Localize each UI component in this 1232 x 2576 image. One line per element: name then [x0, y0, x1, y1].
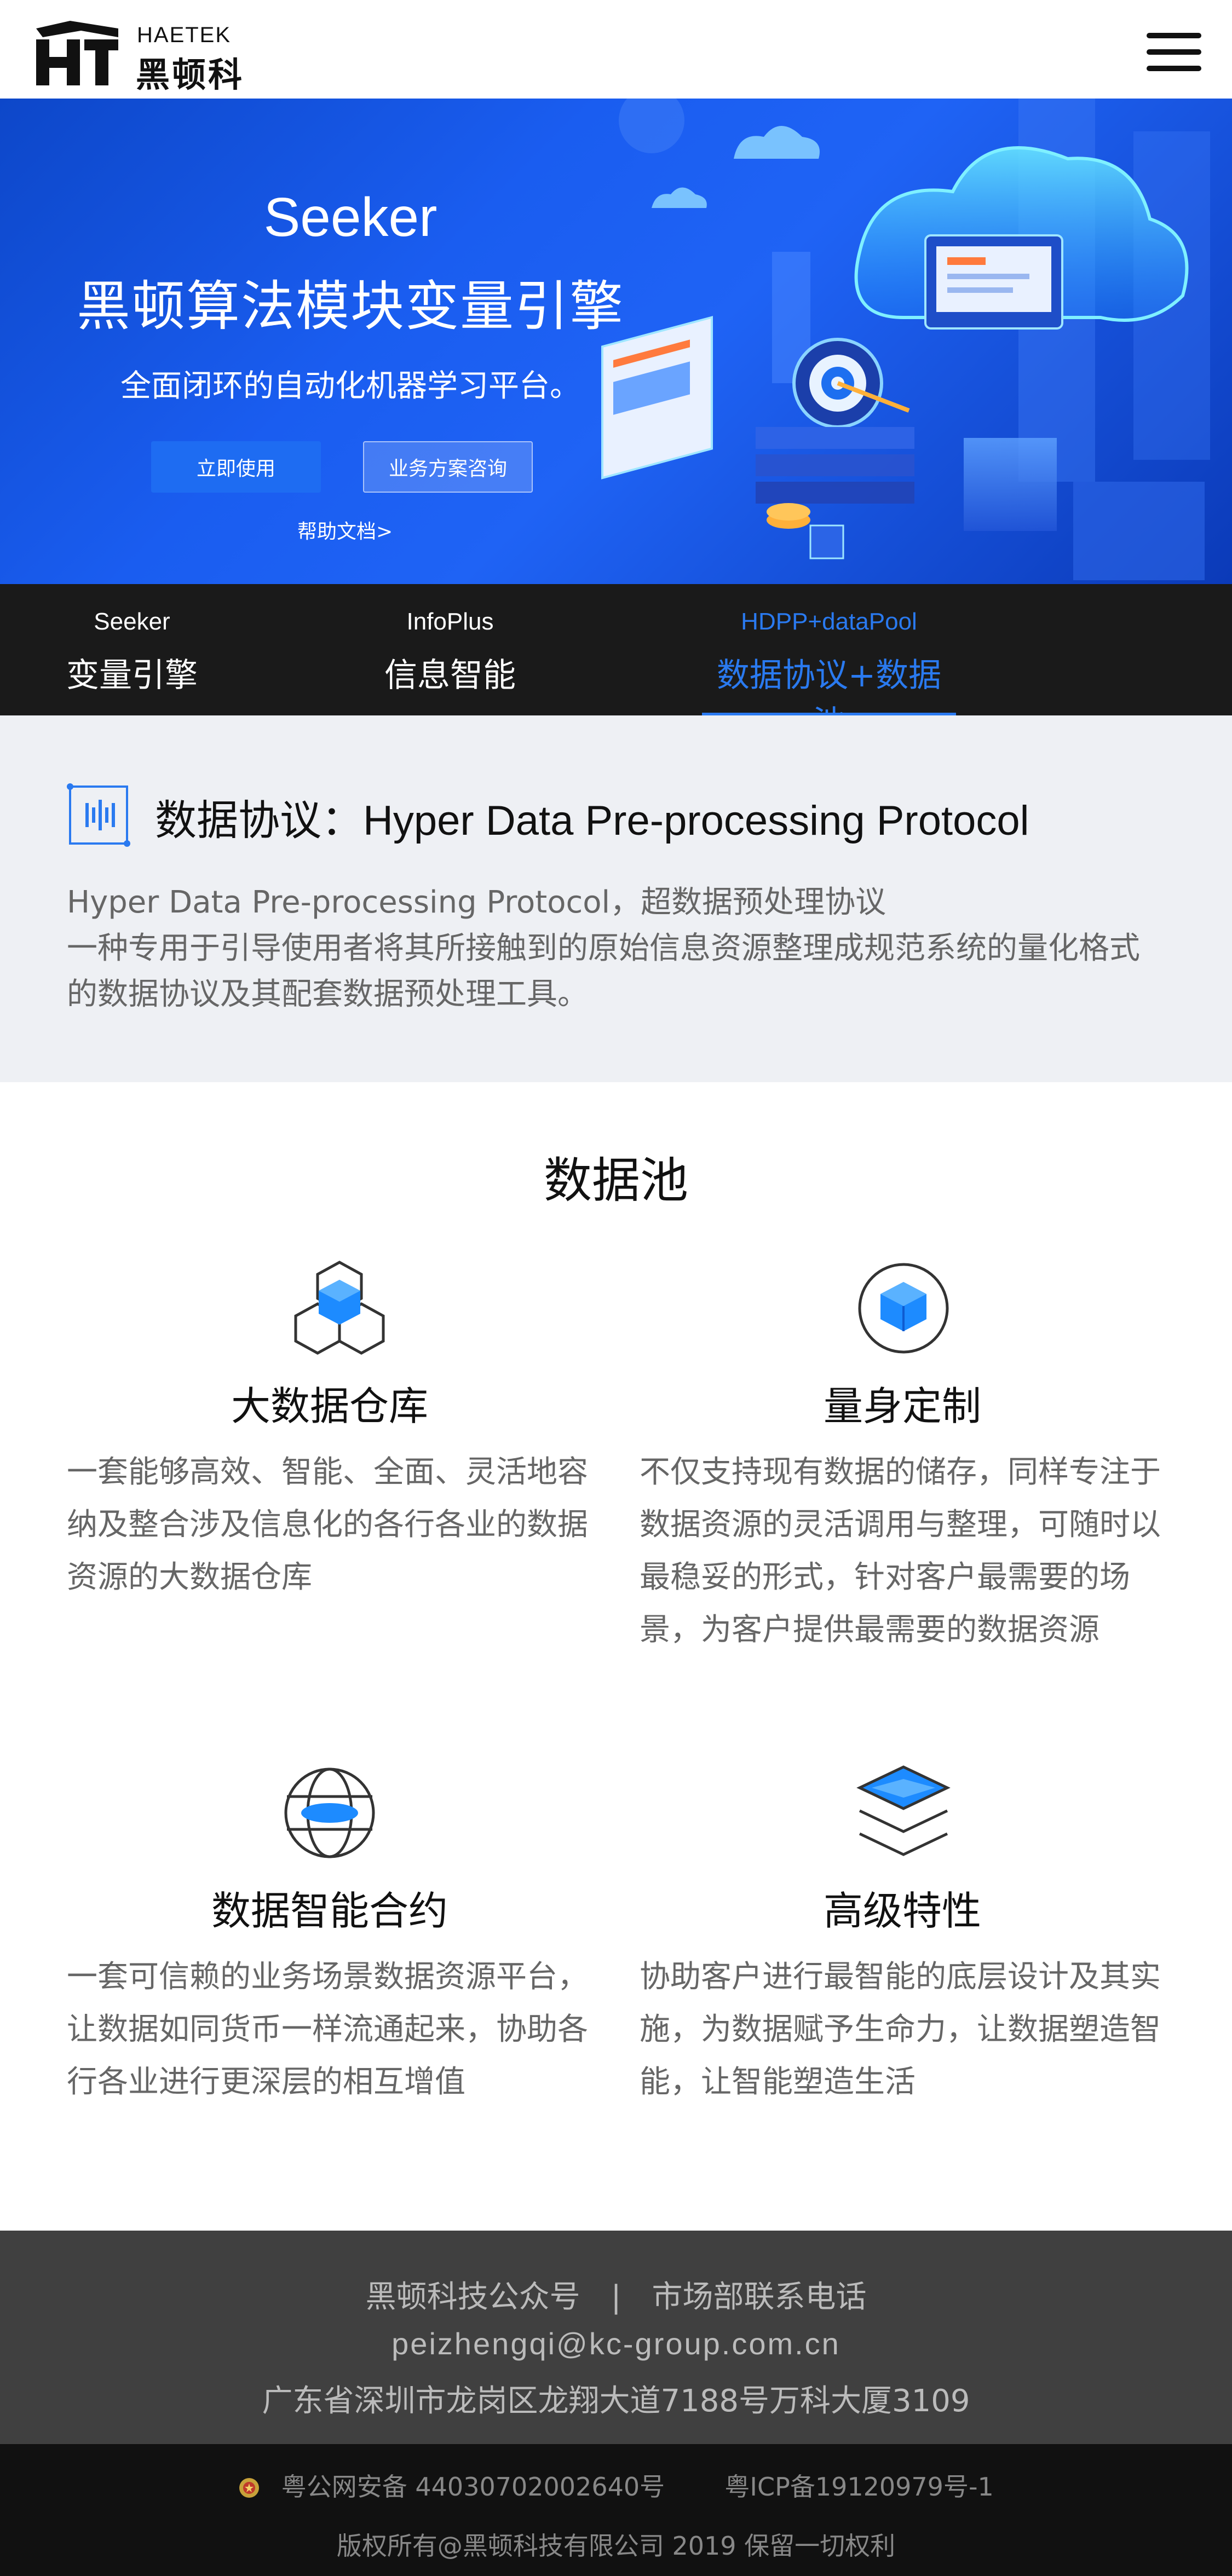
- phone-contact-link[interactable]: 市场部联系电话: [652, 2279, 866, 2315]
- globe-icon: [284, 1768, 375, 1858]
- feature-description: 不仅支持现有数据的储存，同样专注于数据资源的灵活调用与整理，可随时以最稳妥的形式…: [640, 1454, 1161, 1648]
- tab-infoplus[interactable]: InfoPlus 信息智能: [383, 584, 517, 715]
- feature-description: 一套可信赖的业务场景数据资源平台，让数据如同货币一样流通起来，协助各行各业进行更…: [67, 1959, 588, 2100]
- tab-seeker[interactable]: Seeker 变量引擎: [66, 584, 198, 715]
- footer: 黑顿科技公众号 | 市场部联系电话 peizhengqi@kc-group.com.…: [0, 2231, 1232, 2444]
- cubes-icon: [294, 1261, 385, 1355]
- protocol-section: 数据协议：Hyper Data Pre-processing Protocol …: [0, 715, 1232, 1082]
- protocol-description: Hyper Data Pre-processing Protocol，超数据预处…: [67, 880, 1167, 1018]
- feature-custom-made: 量身定制 不仅支持现有数据的储存，同样专注于数据资源的灵活调用与整理，可随时以最…: [640, 1259, 1165, 1648]
- tab-en-label: Seeker: [94, 608, 170, 635]
- feature-big-data-warehouse: 大数据仓库 一套能够高效、智能、全面、灵活地容纳及整合涉及信息化的各行各业的数据…: [67, 1259, 592, 1642]
- feature-description: 协助客户进行最智能的底层设计及其实施，为数据赋予生命力，让数据塑造智能，让智能塑…: [640, 1959, 1161, 2100]
- product-tabs: Seeker 变量引擎 InfoPlus 信息智能 HDPP+dataPool …: [0, 584, 1232, 742]
- tab-en-label: HDPP+dataPool: [741, 608, 917, 635]
- hero-description: 全面闭环的自动化机器学习平台。: [120, 368, 580, 404]
- wechat-account-link[interactable]: 黑顿科技公众号: [366, 2279, 580, 2315]
- data-protocol-icon: [67, 783, 130, 847]
- footer-links: 黑顿科技公众号 | 市场部联系电话: [0, 2272, 1232, 2317]
- hamburger-menu-icon[interactable]: [1147, 33, 1201, 71]
- brand-en: HAETEK: [137, 23, 232, 47]
- ht-logo-icon: [36, 21, 118, 85]
- cloud-platform-illustration: [601, 99, 1210, 580]
- footer-address: 广东省深圳市龙岗区龙翔大道7188号万科大厦3109: [262, 2383, 970, 2419]
- tab-en-label: InfoPlus: [406, 608, 494, 635]
- protocol-title: 数据协议：Hyper Data Pre-processing Protocol: [155, 798, 1029, 844]
- top-bar: HAETEK 黑顿科技: [0, 0, 1232, 144]
- icp-record-link[interactable]: 粤ICP备19120979号-1: [724, 2472, 993, 2502]
- tab-cn-label: 变量引擎: [66, 656, 198, 695]
- record-info: 粤公网安备 44030702002640号 粤ICP备19120979号-1: [0, 2467, 1232, 2503]
- feature-smart-contract: 数据智能合约 一套可信赖的业务场景数据资源平台，让数据如同货币一样流通起来，协助…: [67, 1764, 592, 2114]
- protocol-line-2: 一种专用于引导使用者将其所接触到的原始信息资源整理成规范系统的量化格式的数据协议…: [67, 931, 1140, 1012]
- use-now-button[interactable]: 立即使用: [151, 441, 321, 493]
- police-badge-icon: [239, 2478, 260, 2498]
- feature-advanced: 高级特性 协助客户进行最智能的底层设计及其实施，为数据赋予生命力，让数据塑造智能…: [640, 1764, 1165, 2114]
- footer-email: peizhengqi@kc-group.com.cn: [392, 2326, 840, 2361]
- feature-description: 一套能够高效、智能、全面、灵活地容纳及整合涉及信息化的各行各业的数据资源的大数据…: [67, 1454, 588, 1595]
- copyright-bar: 粤公网安备 44030702002640号 粤ICP备19120979号-1 版…: [0, 2444, 1232, 2576]
- tab-hdpp-datapool[interactable]: HDPP+dataPool 数据协议+数据池: [702, 584, 956, 742]
- feature-name: 大数据仓库: [231, 1383, 428, 1429]
- help-docs-link[interactable]: 帮助文档>: [297, 516, 393, 544]
- hero-banner: Seeker 黑顿算法模块变量引擎 全面闭环的自动化机器学习平台。 立即使用 业…: [0, 99, 1232, 584]
- hero-subtitle: 黑顿算法模块变量引擎: [76, 275, 624, 338]
- feature-name: 数据智能合约: [211, 1888, 448, 1934]
- tab-cn-label: 信息智能: [384, 656, 516, 695]
- layers-icon: [856, 1765, 951, 1856]
- feature-name: 高级特性: [823, 1888, 981, 1934]
- custom-cube-icon: [858, 1263, 949, 1354]
- datapool-title: 数据池: [543, 1152, 688, 1209]
- protocol-line-1: Hyper Data Pre-processing Protocol，超数据预处…: [67, 885, 886, 920]
- logo[interactable]: HAETEK 黑顿科技: [32, 21, 278, 144]
- hero-title: Seeker: [263, 187, 437, 248]
- feature-name: 量身定制: [823, 1383, 981, 1429]
- consult-button[interactable]: 业务方案咨询: [363, 441, 533, 493]
- footer-separator: |: [611, 2279, 621, 2315]
- copyright-text: 版权所有@黑顿科技有限公司 2019 保留一切权利: [336, 2531, 896, 2561]
- police-record-link[interactable]: 粤公网安备 44030702002640号: [281, 2472, 665, 2502]
